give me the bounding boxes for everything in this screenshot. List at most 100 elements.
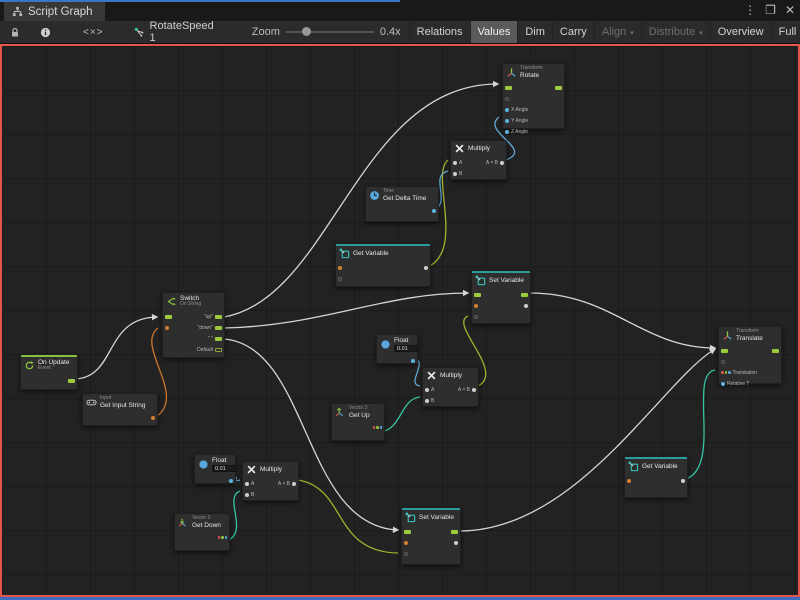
get-variable-right-node[interactable]: Get Variable [624, 456, 688, 498]
blue-port[interactable] [411, 359, 415, 363]
lock-button[interactable] [0, 21, 30, 43]
distribute-dropdown[interactable]: Distribute ▾ [641, 21, 710, 43]
flow-in-port[interactable] [505, 86, 512, 90]
light-port[interactable] [681, 479, 685, 483]
flow-out-port[interactable] [68, 379, 75, 383]
flow-out-port[interactable] [521, 293, 528, 297]
light-port[interactable] [472, 388, 476, 392]
wire-on-update-to-switch-on-string[interactable] [76, 317, 157, 379]
dim-port[interactable] [721, 360, 725, 364]
wire-set-variable-bottom-to-translate[interactable] [460, 349, 715, 531]
flow-out-port[interactable] [215, 337, 222, 341]
full-screen-button[interactable]: Full Screen [771, 21, 800, 43]
dim-port[interactable] [474, 315, 478, 319]
dim-port[interactable] [404, 552, 408, 556]
wire-multiply-bottom-to-set-variable-bottom[interactable] [298, 480, 398, 553]
flow-out-port[interactable] [215, 315, 222, 319]
close-icon[interactable]: ✕ [785, 3, 795, 17]
zoom-slider-handle[interactable] [302, 27, 311, 36]
align-dropdown[interactable]: Align ▾ [594, 21, 641, 43]
multiply-mid-node[interactable]: MultiplyAA × BB [422, 367, 479, 407]
value-input[interactable]: 0.01 [212, 465, 236, 472]
light-port[interactable] [500, 161, 504, 165]
get-up-node[interactable]: Vector 3Get Up [331, 403, 385, 441]
flow-in-port[interactable] [474, 293, 481, 297]
light-port[interactable] [245, 482, 249, 486]
orange-port[interactable] [151, 416, 155, 420]
info-button[interactable] [30, 21, 61, 43]
wire-get-up-to-multiply-mid[interactable] [380, 397, 420, 432]
kebab-menu-icon[interactable]: ⋮ [744, 3, 756, 17]
orange-port[interactable] [338, 266, 342, 270]
light-port[interactable] [245, 493, 249, 497]
overview-button[interactable]: Overview [710, 21, 771, 43]
blue-port[interactable] [505, 130, 509, 134]
light-port[interactable] [425, 399, 429, 403]
wire-switch-on-string-to-set-variable-top[interactable] [224, 293, 468, 328]
graph-icon [134, 27, 145, 38]
multiply-top-node[interactable]: MultiplyAA × BB [450, 140, 507, 180]
orange-port[interactable] [165, 326, 169, 330]
flow-out-port[interactable] [555, 86, 562, 90]
light-port[interactable] [292, 482, 296, 486]
orange-port[interactable] [474, 304, 478, 308]
float-bottom-node[interactable]: Float0.01 [194, 454, 236, 484]
get-variable-main-node[interactable]: Get Variable [335, 243, 431, 287]
port-row [503, 93, 564, 104]
blue-port[interactable] [505, 108, 509, 112]
relations-button[interactable]: Relations [409, 21, 470, 43]
dim-button[interactable]: Dim [517, 21, 552, 43]
values-button[interactable]: Values [470, 21, 518, 43]
flow-out-port[interactable] [451, 530, 458, 534]
flow-out-port[interactable] [215, 326, 222, 330]
set-variable-bottom-node[interactable]: Set Variable [401, 507, 461, 565]
vector-up-icon [335, 407, 346, 418]
float-top-node[interactable]: Float0.01 [376, 334, 418, 364]
translate-node[interactable]: TransformTranslateTranslationRelative T [718, 326, 782, 384]
get-down-node[interactable]: Vector 3Get Down [174, 513, 230, 551]
vector3-port[interactable] [218, 536, 228, 539]
vector3-port[interactable] [373, 426, 383, 429]
value-input[interactable]: 0.01 [394, 345, 418, 352]
tab-script-graph[interactable]: Script Graph [4, 2, 105, 21]
flow-out-port[interactable] [215, 348, 222, 352]
node-title: Float [212, 457, 231, 464]
vector-down-icon [178, 517, 189, 528]
switch-on-string-node[interactable]: SwitchOn String"up""down"" "Default [162, 292, 225, 358]
zoom-slider[interactable] [286, 31, 374, 33]
light-port[interactable] [453, 161, 457, 165]
blue-port[interactable] [721, 382, 725, 386]
flow-in-port[interactable] [404, 530, 411, 534]
light-port[interactable] [425, 388, 429, 392]
set-variable-top-node[interactable]: Set Variable [471, 270, 531, 324]
wire-set-variable-top-to-translate[interactable] [530, 293, 715, 348]
get-delta-time-node[interactable]: TimeGet Delta Time [365, 186, 439, 222]
light-port[interactable] [424, 266, 428, 270]
blue-port[interactable] [432, 209, 436, 213]
port-label: A [431, 387, 434, 393]
flow-in-port[interactable] [721, 349, 728, 353]
maximize-icon[interactable]: ❐ [765, 3, 776, 17]
orange-port[interactable] [627, 479, 631, 483]
light-port[interactable] [524, 304, 528, 308]
flow-out-port[interactable] [772, 349, 779, 353]
wire-get-variable-right-to-translate[interactable] [686, 370, 715, 479]
get-input-string-node[interactable]: InputGet Input String [82, 393, 158, 426]
dim-port[interactable] [505, 97, 509, 101]
float-icon [380, 339, 391, 350]
rotate-node[interactable]: TransformRotateX AngleY AngleZ Angle [502, 63, 565, 129]
on-update-node[interactable]: On UpdateEvent [20, 354, 78, 390]
multiply-bottom-node[interactable]: MultiplyAA × BB [242, 461, 299, 501]
light-port[interactable] [454, 541, 458, 545]
edit-script-button[interactable]: <×> [61, 21, 126, 43]
orange-port[interactable] [404, 541, 408, 545]
light-port[interactable] [453, 172, 457, 176]
carry-button[interactable]: Carry [552, 21, 594, 43]
graph-breadcrumb[interactable]: RotateSpeed 1 [126, 21, 222, 43]
dim-port[interactable] [338, 277, 342, 281]
blue-port[interactable] [229, 479, 233, 483]
blue-port[interactable] [505, 119, 509, 123]
graph-canvas[interactable]: On UpdateEventInputGet Input String Switc… [0, 44, 800, 597]
flow-in-port[interactable] [165, 315, 172, 319]
vector3-port[interactable] [721, 371, 731, 374]
